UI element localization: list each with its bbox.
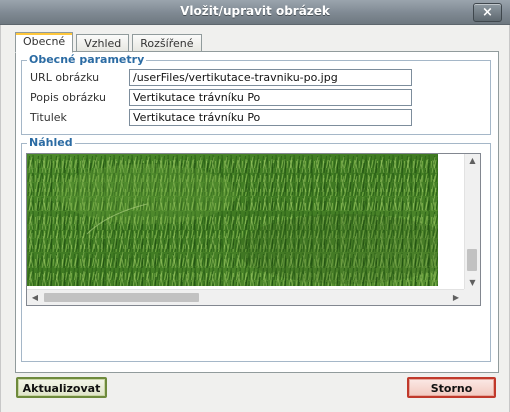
tab-appearance[interactable]: Vzhled <box>76 34 130 52</box>
preview-group: Náhled ▲ ▼ ◀ ▶ <box>21 136 491 362</box>
general-parameters-legend: Obecné parametry <box>27 53 147 67</box>
preview-image <box>27 154 438 286</box>
update-button[interactable]: Aktualizovat <box>16 377 107 398</box>
url-label: URL obrázku <box>30 71 100 84</box>
description-input[interactable]: Vertikutace trávníku Po <box>129 89 412 106</box>
close-button[interactable]: × <box>473 3 502 22</box>
scroll-up-icon[interactable]: ▲ <box>465 154 480 168</box>
tab-general[interactable]: Obecné <box>15 32 74 53</box>
tab-strip: Obecné Vzhled Rozšířené <box>15 32 205 53</box>
dialog-title: Vložit/upravit obrázek <box>180 4 330 18</box>
scroll-corner <box>464 289 480 305</box>
preview-frame[interactable]: ▲ ▼ ◀ ▶ <box>26 153 481 306</box>
tab-panel-general: Obecné parametry URL obrázku /userFiles/… <box>15 51 499 373</box>
title-input[interactable]: Vertikutace trávníku Po <box>129 109 412 126</box>
close-icon: × <box>482 5 493 20</box>
cancel-button[interactable]: Storno <box>407 377 496 398</box>
title-bar: Vložit/upravit obrázek × <box>0 0 510 25</box>
general-parameters-group: Obecné parametry URL obrázku /userFiles/… <box>21 53 491 135</box>
scroll-right-icon[interactable]: ▶ <box>449 290 463 305</box>
dialog-body: Obecné Vzhled Rozšířené Obecné parametry… <box>0 25 510 412</box>
preview-legend: Náhled <box>27 136 75 150</box>
scroll-down-icon[interactable]: ▼ <box>465 276 480 290</box>
url-input[interactable]: /userFiles/vertikutace-travniku-po.jpg <box>129 69 412 86</box>
horizontal-scroll-thumb[interactable] <box>44 293 199 302</box>
scroll-left-icon[interactable]: ◀ <box>28 290 42 305</box>
tab-advanced[interactable]: Rozšířené <box>132 34 202 52</box>
description-label: Popis obrázku <box>30 91 106 104</box>
vertical-scroll-thumb[interactable] <box>467 249 477 271</box>
title-label: Titulek <box>30 111 67 124</box>
vertical-scrollbar[interactable]: ▲ ▼ <box>464 154 480 290</box>
horizontal-scrollbar[interactable]: ◀ ▶ <box>27 289 464 305</box>
